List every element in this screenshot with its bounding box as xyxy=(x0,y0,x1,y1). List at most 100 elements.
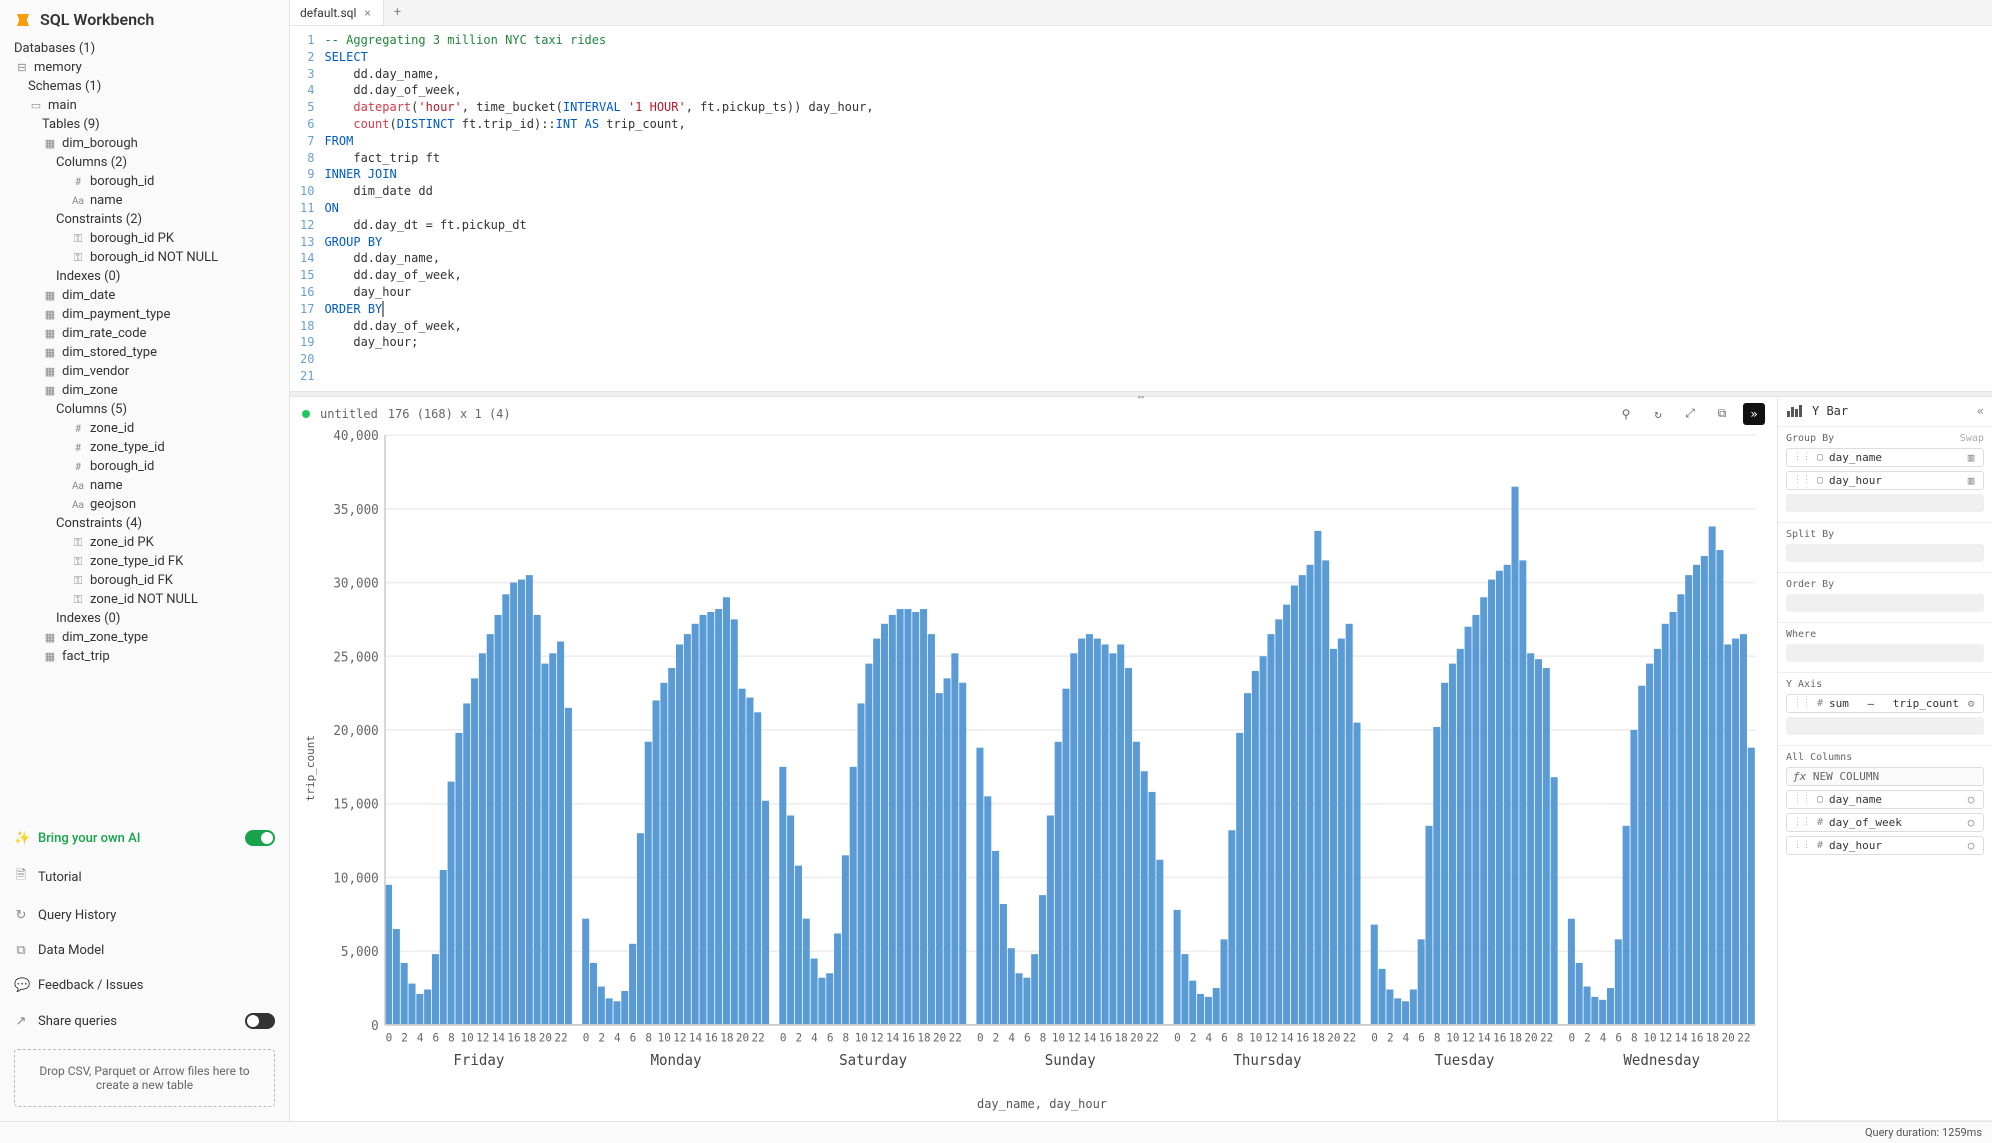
column-pill[interactable]: ⋮⋮▢day_name○ xyxy=(1786,790,1984,809)
constraint-node[interactable]: ⚿zone_type_id FK xyxy=(14,552,279,571)
column-node[interactable]: Aaname xyxy=(14,191,279,210)
circle-icon[interactable]: ○ xyxy=(1965,793,1977,805)
column-pill[interactable]: ⋮⋮#day_hour○ xyxy=(1786,836,1984,855)
column-node[interactable]: #borough_id xyxy=(14,172,279,191)
history-link[interactable]: ↻Query History xyxy=(14,902,275,929)
drop-slot[interactable] xyxy=(1786,544,1984,562)
svg-text:14: 14 xyxy=(1280,1030,1293,1044)
svg-text:6: 6 xyxy=(433,1030,440,1044)
yaxis-label: Y Axis xyxy=(1786,679,1822,690)
close-tab-icon[interactable]: × xyxy=(362,6,372,20)
group-by-pill[interactable]: ⋮⋮▢day_name▥ xyxy=(1786,448,1984,467)
column-node[interactable]: #borough_id xyxy=(14,457,279,476)
constraint-node[interactable]: ⚿borough_id PK xyxy=(14,229,279,248)
config-icon[interactable]: ▥ xyxy=(1965,474,1977,486)
drop-slot[interactable] xyxy=(1786,594,1984,612)
svg-text:14: 14 xyxy=(1675,1030,1688,1044)
number-type-icon: # xyxy=(70,424,86,435)
group-by-pill[interactable]: ⋮⋮▢day_hour▥ xyxy=(1786,471,1984,490)
feedback-link[interactable]: 💬Feedback / Issues xyxy=(14,972,275,999)
drop-slot[interactable] xyxy=(1786,644,1984,662)
constraints-node[interactable]: Constraints (2) xyxy=(14,210,279,229)
drop-slot[interactable] xyxy=(1786,494,1984,512)
sidebar: SQL Workbench Databases (1) ⊟memory Sche… xyxy=(0,0,290,1121)
tables-node[interactable]: Tables (9) xyxy=(14,115,279,134)
ai-toggle[interactable] xyxy=(245,830,275,846)
columns-node[interactable]: Columns (5) xyxy=(14,400,279,419)
table-node[interactable]: ▦dim_zone_type xyxy=(14,628,279,647)
drop-slot[interactable] xyxy=(1786,717,1984,735)
editor-content[interactable]: -- Aggregating 3 million NYC taxi rides … xyxy=(324,32,889,385)
dropzone[interactable]: Drop CSV, Parquet or Arrow files here to… xyxy=(14,1049,275,1107)
config-icon[interactable]: ▥ xyxy=(1965,451,1977,463)
databases-node[interactable]: Databases (1) xyxy=(14,39,279,58)
svg-text:2: 2 xyxy=(598,1030,605,1044)
constraint-node[interactable]: ⚿zone_id NOT NULL xyxy=(14,590,279,609)
constraint-node[interactable]: ⚿borough_id FK xyxy=(14,571,279,590)
table-node[interactable]: ▦dim_zone xyxy=(14,381,279,400)
add-tab-button[interactable]: + xyxy=(384,0,411,25)
schemas-node[interactable]: Schemas (1) xyxy=(14,77,279,96)
open-external-icon[interactable]: ⤢ xyxy=(1679,403,1701,425)
tutorial-link[interactable]: 🗎Tutorial xyxy=(14,860,275,894)
bar-chart: 05,00010,00015,00020,00025,00030,00035,0… xyxy=(319,425,1765,1095)
drag-icon: ⋮⋮ xyxy=(1793,794,1811,804)
indexes-node[interactable]: Indexes (0) xyxy=(14,609,279,628)
svg-text:18: 18 xyxy=(1115,1030,1128,1044)
svg-text:14: 14 xyxy=(886,1030,899,1044)
circle-icon[interactable]: ○ xyxy=(1965,839,1977,851)
refresh-icon[interactable]: ↻ xyxy=(1647,403,1669,425)
table-node[interactable]: ▦dim_date xyxy=(14,286,279,305)
svg-text:16: 16 xyxy=(507,1030,520,1044)
sql-editor[interactable]: 123456789101112131415161718192021 -- Agg… xyxy=(290,26,1992,391)
new-column-button[interactable]: ƒx NEW COLUMN xyxy=(1786,767,1984,786)
db-node[interactable]: ⊟memory xyxy=(14,58,279,77)
ai-link[interactable]: ✨Bring your own AI xyxy=(14,824,275,852)
database-icon: ⊟ xyxy=(14,61,30,74)
svg-text:5,000: 5,000 xyxy=(341,945,379,960)
table-node[interactable]: ▦fact_trip xyxy=(14,647,279,666)
filter-icon[interactable]: ⚲ xyxy=(1615,403,1637,425)
table-node[interactable]: ▦dim_vendor xyxy=(14,362,279,381)
svg-text:22: 22 xyxy=(949,1030,962,1044)
table-node[interactable]: ▦dim_payment_type xyxy=(14,305,279,324)
settings-icon[interactable]: ⚙ xyxy=(1965,697,1977,709)
svg-text:10: 10 xyxy=(1643,1030,1656,1044)
svg-text:15,000: 15,000 xyxy=(333,797,378,812)
circle-icon[interactable]: ○ xyxy=(1965,816,1977,828)
svg-text:18: 18 xyxy=(1312,1030,1325,1044)
indexes-node[interactable]: Indexes (0) xyxy=(14,267,279,286)
share-link[interactable]: ↗Share queries xyxy=(14,1007,275,1035)
model-link[interactable]: ⧉Data Model xyxy=(14,937,275,964)
svg-text:10: 10 xyxy=(1249,1030,1262,1044)
yaxis-pill[interactable]: ⋮⋮#sum — trip_count⚙ xyxy=(1786,694,1984,713)
column-node[interactable]: Aageojson xyxy=(14,495,279,514)
table-node[interactable]: ▦dim_borough xyxy=(14,134,279,153)
expand-icon[interactable]: » xyxy=(1743,403,1765,425)
status-bar: Query duration: 1259ms xyxy=(0,1121,1992,1143)
column-node[interactable]: #zone_type_id xyxy=(14,438,279,457)
copy-icon[interactable]: ⧉ xyxy=(1711,403,1733,425)
column-pill[interactable]: ⋮⋮#day_of_week○ xyxy=(1786,813,1984,832)
column-node[interactable]: #zone_id xyxy=(14,419,279,438)
collapse-panel-icon[interactable]: « xyxy=(1977,404,1984,418)
editor-tabs: default.sql× + xyxy=(290,0,1992,26)
share-toggle[interactable] xyxy=(245,1013,275,1029)
swap-button[interactable]: Swap xyxy=(1960,433,1984,444)
chart-config-panel: Y Bar « Group BySwap ⋮⋮▢day_name▥ ⋮⋮▢day… xyxy=(1777,397,1992,1121)
schema-node[interactable]: ▭main xyxy=(14,96,279,115)
constraint-node[interactable]: ⚿zone_id PK xyxy=(14,533,279,552)
pane-divider[interactable]: ▪▪ xyxy=(290,391,1992,397)
column-node[interactable]: Aaname xyxy=(14,476,279,495)
svg-text:8: 8 xyxy=(1631,1030,1638,1044)
all-columns-label: All Columns xyxy=(1786,752,1852,763)
svg-text:16: 16 xyxy=(1099,1030,1112,1044)
number-type-icon: # xyxy=(70,177,86,188)
table-node[interactable]: ▦dim_stored_type xyxy=(14,343,279,362)
constraints-node[interactable]: Constraints (4) xyxy=(14,514,279,533)
constraint-node[interactable]: ⚿borough_id NOT NULL xyxy=(14,248,279,267)
table-node[interactable]: ▦dim_rate_code xyxy=(14,324,279,343)
svg-text:4: 4 xyxy=(1008,1030,1015,1044)
columns-node[interactable]: Columns (2) xyxy=(14,153,279,172)
tab-default-sql[interactable]: default.sql× xyxy=(290,0,384,25)
